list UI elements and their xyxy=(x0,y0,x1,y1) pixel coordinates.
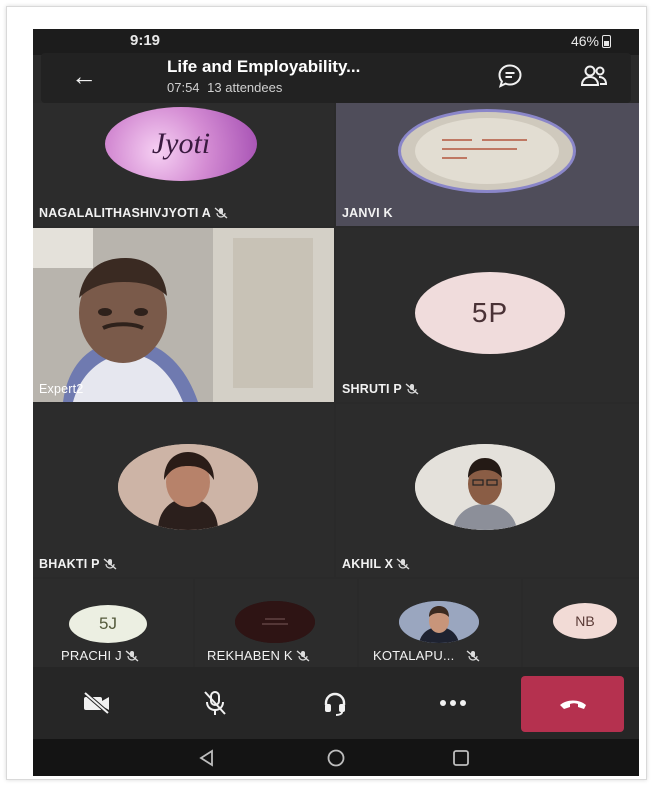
participant-tile-small[interactable]: NB xyxy=(523,579,639,667)
system-nav-bar xyxy=(33,739,639,776)
mic-muted-icon xyxy=(396,558,410,570)
audio-button[interactable] xyxy=(313,681,357,725)
nav-home-icon[interactable] xyxy=(326,748,346,768)
video-feed xyxy=(33,228,334,402)
avatar xyxy=(235,601,315,643)
avatar-photo xyxy=(399,601,479,643)
participant-name: AKHIL X xyxy=(342,557,410,571)
status-bar: 9:19 46% xyxy=(33,29,639,55)
participant-name: Expert2 xyxy=(39,382,84,396)
avatar: Jyoti xyxy=(105,107,257,181)
avatar-photo xyxy=(235,601,315,643)
avatar-photo xyxy=(415,444,555,530)
camera-toggle-button[interactable] xyxy=(75,681,119,725)
avatar xyxy=(399,601,479,643)
participants-icon[interactable] xyxy=(579,61,609,91)
battery-icon xyxy=(602,35,611,48)
participant-tile[interactable]: JANVI K xyxy=(336,103,639,226)
avatar-initials: 5P xyxy=(471,297,509,328)
participant-name: SHRUTI P xyxy=(342,382,419,396)
headset-icon xyxy=(324,692,346,716)
participant-tile[interactable]: 5P SHRUTI P xyxy=(336,228,639,402)
video-off-icon xyxy=(83,691,110,715)
participant-tile-small[interactable]: REKHABEN K xyxy=(195,579,357,667)
mic-muted-icon xyxy=(296,650,310,662)
avatar xyxy=(118,444,258,530)
hang-up-button[interactable] xyxy=(521,676,624,732)
mic-off-icon xyxy=(204,691,226,715)
avatar-photo xyxy=(415,118,559,184)
mic-muted-icon xyxy=(103,558,117,570)
avatar: 5P xyxy=(415,272,565,354)
attendee-count: 13 attendees xyxy=(207,80,283,95)
call-controls xyxy=(33,667,639,739)
avatar-initials: NB xyxy=(575,613,595,629)
avatar-initials: 5J xyxy=(99,614,117,633)
more-icon xyxy=(440,700,466,706)
avatar-text: Jyoti xyxy=(151,127,211,160)
mic-muted-icon xyxy=(214,207,228,219)
participant-name: REKHABEN K xyxy=(207,648,310,663)
meeting-title: Life and Employability... xyxy=(167,57,361,76)
participant-tile-small[interactable]: KOTALAPU... xyxy=(359,579,521,667)
mic-muted-icon xyxy=(405,383,419,395)
hang-up-icon xyxy=(559,700,586,709)
participant-tile[interactable]: BHAKTI P xyxy=(33,404,334,577)
nav-back-icon[interactable] xyxy=(197,748,217,768)
mic-toggle-button[interactable] xyxy=(193,681,237,725)
avatar: 5J xyxy=(69,605,147,643)
participant-name: PRACHI J xyxy=(61,648,139,663)
status-time: 9:19 xyxy=(130,32,161,49)
chat-icon[interactable] xyxy=(497,63,523,89)
nav-recents-icon[interactable] xyxy=(451,748,471,768)
mic-muted-icon xyxy=(466,650,480,662)
participant-tile[interactable]: Jyoti NAGALALITHASHIVJYOTI A xyxy=(33,103,334,226)
participant-tile[interactable]: Expert2 xyxy=(33,228,334,402)
mic-muted-icon xyxy=(125,650,139,662)
avatar xyxy=(398,109,576,193)
avatar-photo xyxy=(118,444,258,530)
participant-name: NAGALALITHASHIVJYOTI A xyxy=(39,206,228,220)
meeting-duration: 07:54 xyxy=(167,80,200,95)
participant-name: JANVI K xyxy=(342,206,393,220)
phone-screen: 9:19 46% ← Life and Employability... 07:… xyxy=(33,29,639,776)
participant-name: BHAKTI P xyxy=(39,557,117,571)
avatar: NB xyxy=(553,603,617,639)
participant-tile[interactable]: AKHIL X xyxy=(336,404,639,577)
battery-percent: 46% xyxy=(570,33,599,49)
meeting-header: ← Life and Employability... 07:54 13 att… xyxy=(41,53,631,103)
participant-tile-small[interactable]: 5J PRACHI J xyxy=(33,579,193,667)
battery-status: 46% xyxy=(571,33,611,49)
back-arrow-icon[interactable]: ← xyxy=(71,63,97,89)
participant-name: KOTALAPU... xyxy=(373,648,480,663)
more-options-button[interactable] xyxy=(431,681,475,725)
meeting-subtitle: 07:54 13 attendees xyxy=(167,80,286,95)
avatar xyxy=(415,444,555,530)
